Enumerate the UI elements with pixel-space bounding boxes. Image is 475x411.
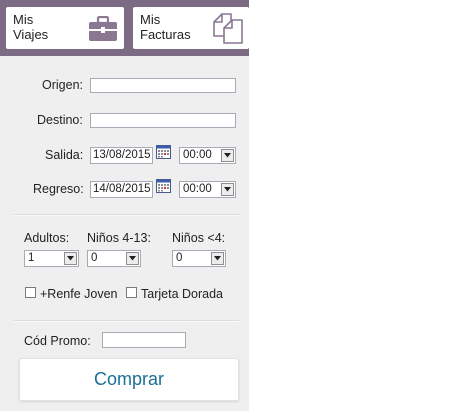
salida-date-input[interactable]: 13/08/2015: [90, 147, 153, 164]
regreso-date-value: 14/08/2015: [93, 183, 151, 195]
chevron-down-icon: [221, 183, 234, 196]
booking-panel: Mis Viajes Mis Facturas Origen: Destino:…: [0, 0, 249, 411]
mis-facturas-label: Mis Facturas: [140, 12, 210, 42]
promo-label: Cód Promo:: [24, 334, 91, 348]
adultos-label: Adultos:: [24, 231, 70, 245]
salida-label: Salida:: [45, 148, 84, 162]
chevron-down-icon: [221, 149, 234, 162]
destino-label: Destino:: [37, 113, 83, 127]
mis-viajes-button[interactable]: Mis Viajes: [6, 7, 124, 49]
divider: [14, 320, 239, 322]
tarjeta-dorada-label: Tarjeta Dorada: [141, 287, 223, 301]
ninos-4-13-value: 0: [91, 252, 98, 264]
chevron-down-icon: [211, 252, 224, 265]
ninos-4-13-select[interactable]: 0: [87, 250, 141, 267]
comprar-button[interactable]: Comprar: [19, 358, 239, 401]
documents-icon: [211, 11, 245, 50]
salida-time-select[interactable]: 00:00: [179, 147, 236, 164]
divider: [14, 214, 239, 216]
renfe-joven-checkbox[interactable]: [25, 287, 36, 298]
adultos-select[interactable]: 1: [24, 250, 79, 267]
mis-facturas-label-line1: Mis: [140, 12, 161, 27]
salida-time-value: 00:00: [183, 149, 212, 161]
regreso-date-input[interactable]: 14/08/2015: [90, 181, 153, 198]
salida-date-value: 13/08/2015: [93, 149, 151, 161]
comprar-button-label: Comprar: [93, 369, 164, 389]
ninos-menor-4-label: Niños <4:: [172, 231, 226, 245]
chevron-down-icon: [64, 252, 77, 265]
regreso-time-value: 00:00: [183, 183, 212, 195]
ninos-menor-4-value: 0: [176, 252, 183, 264]
briefcase-icon: [88, 15, 118, 47]
tarjeta-dorada-checkbox[interactable]: [126, 287, 137, 298]
salida-calendar-icon[interactable]: [156, 145, 171, 164]
mis-viajes-label: Mis Viajes: [13, 12, 83, 42]
mis-viajes-label-line2: Viajes: [13, 27, 49, 42]
chevron-down-icon: [126, 252, 139, 265]
origen-input[interactable]: [90, 78, 236, 93]
regreso-calendar-icon[interactable]: [156, 179, 171, 198]
destino-input[interactable]: [90, 113, 236, 128]
origen-label: Origen:: [42, 78, 83, 92]
regreso-time-select[interactable]: 00:00: [179, 181, 236, 198]
ninos-4-13-label: Niños 4-13:: [87, 231, 151, 245]
renfe-joven-label: +Renfe Joven: [40, 287, 118, 301]
mis-facturas-label-line2: Facturas: [140, 27, 191, 42]
adultos-value: 1: [28, 252, 35, 264]
promo-input[interactable]: [102, 332, 186, 348]
ninos-menor-4-select[interactable]: 0: [172, 250, 226, 267]
mis-viajes-label-line1: Mis: [13, 12, 34, 27]
regreso-label: Regreso:: [33, 182, 84, 196]
mis-facturas-button[interactable]: Mis Facturas: [133, 7, 249, 49]
